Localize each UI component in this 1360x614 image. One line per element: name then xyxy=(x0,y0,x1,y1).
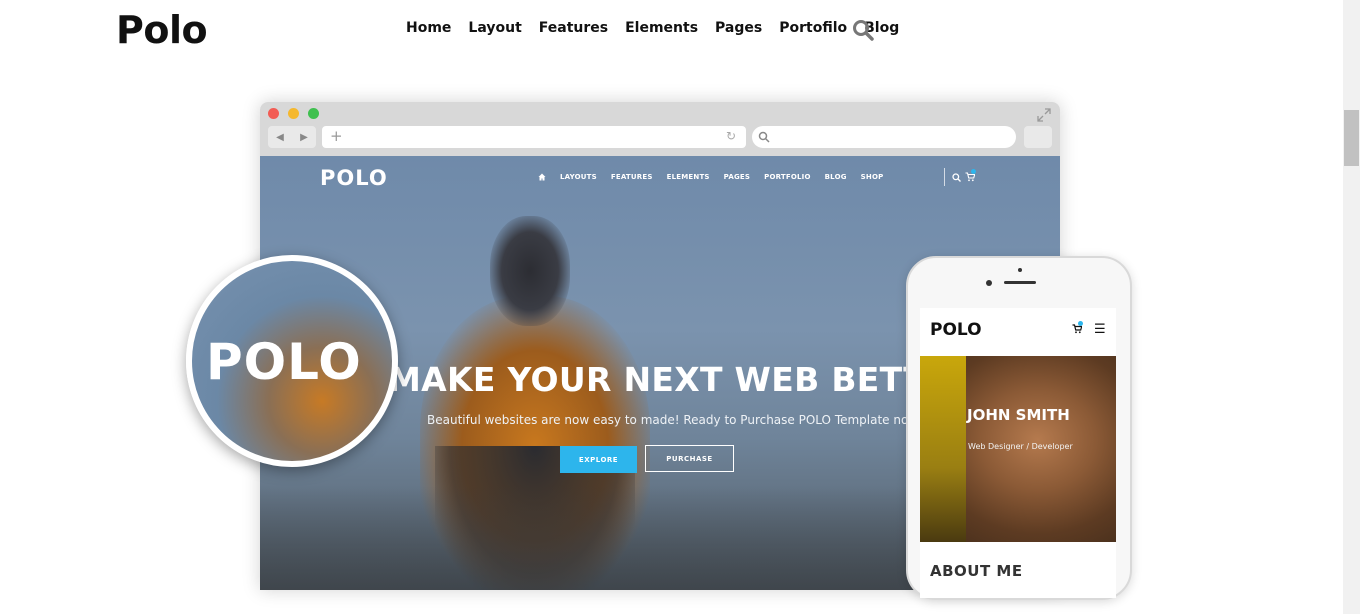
hero-nav-pages: PAGES xyxy=(723,173,751,181)
close-dot-icon xyxy=(268,108,279,119)
profile-name: JOHN SMITH xyxy=(967,406,1070,424)
nav-home[interactable]: Home xyxy=(406,20,451,36)
home-icon xyxy=(538,173,546,181)
back-forward-buttons: ◀ ▶ xyxy=(268,126,316,148)
site-logo[interactable]: Polo xyxy=(116,8,208,52)
hero-site-logo: POLO xyxy=(320,166,388,190)
phone-screen: POLO ☰ JOHN SMITH Web Designer / Develop… xyxy=(920,308,1116,598)
hero-nav-shop: SHOP xyxy=(860,173,884,181)
hero-nav-separator xyxy=(944,168,945,186)
nav-features[interactable]: Features xyxy=(539,20,608,36)
minimize-dot-icon xyxy=(288,108,299,119)
nav-layout[interactable]: Layout xyxy=(468,20,521,36)
hero-nav-layouts: LAYOUTS xyxy=(560,173,597,181)
new-tab-icon: + xyxy=(330,127,343,145)
nav-portofilo[interactable]: Portofilo xyxy=(779,20,847,36)
hero-nav-elements: ELEMENTS xyxy=(666,173,710,181)
explore-button[interactable]: EXPLORE xyxy=(560,446,637,473)
browser-search-icon xyxy=(758,131,770,143)
profile-role: Web Designer / Developer xyxy=(968,442,1073,451)
hero-search-icon xyxy=(952,173,961,182)
about-me-heading: ABOUT ME xyxy=(930,562,1023,580)
hero-subtitle: Beautiful websites are now easy to made!… xyxy=(427,413,925,427)
hero-nav-blog: BLOG xyxy=(824,173,847,181)
search-icon[interactable] xyxy=(852,19,874,41)
profile-photo: JOHN SMITH Web Designer / Developer xyxy=(920,356,1116,542)
nav-pages[interactable]: Pages xyxy=(715,20,762,36)
main-nav: Home Layout Features Elements Pages Port… xyxy=(406,20,916,36)
hero-title: MAKE YOUR NEXT WEB BETTER xyxy=(388,360,975,399)
hero-nav-portfolio: PORTFOLIO xyxy=(764,173,811,181)
phone-camera xyxy=(986,280,992,286)
cart-badge xyxy=(971,169,976,174)
phone-mockup: POLO ☰ JOHN SMITH Web Designer / Develop… xyxy=(906,256,1132,600)
maximize-dot-icon xyxy=(308,108,319,119)
nav-elements[interactable]: Elements xyxy=(625,20,698,36)
fullscreen-icon xyxy=(1037,108,1051,122)
url-bar: + ↻ xyxy=(322,126,746,148)
phone-cart-badge xyxy=(1078,321,1083,326)
browser-profile-button xyxy=(1024,126,1052,148)
page-scrollbar[interactable] xyxy=(1343,0,1360,614)
phone-logo: POLO xyxy=(930,320,982,340)
phone-speaker xyxy=(1004,281,1036,284)
hero-nav-features: FEATURES xyxy=(610,173,653,181)
magnifier-logo-text: POLO xyxy=(206,333,362,391)
hero-nav: LAYOUTS FEATURES ELEMENTS PAGES PORTFOLI… xyxy=(538,173,897,181)
browser-search-bar xyxy=(752,126,1016,148)
phone-menu-icon: ☰ xyxy=(1094,322,1106,337)
browser-chrome: ◀ ▶ + ↻ xyxy=(260,102,1060,156)
reload-icon: ↻ xyxy=(726,129,737,143)
purchase-button[interactable]: PURCHASE xyxy=(645,445,734,472)
scrollbar-thumb[interactable] xyxy=(1344,110,1359,166)
phone-sensor xyxy=(1018,268,1022,272)
logo-magnifier: POLO xyxy=(186,255,398,467)
